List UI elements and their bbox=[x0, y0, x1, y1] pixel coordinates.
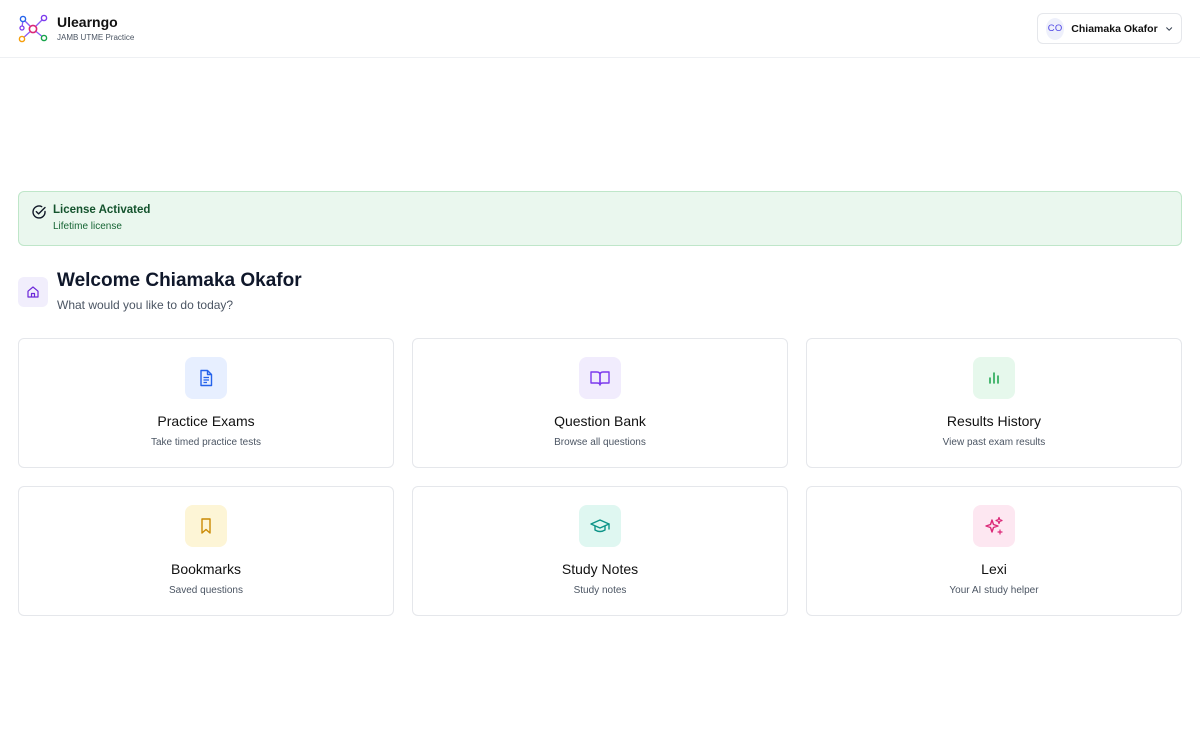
card-title: Bookmarks bbox=[170, 561, 242, 577]
card-title: Lexi bbox=[981, 561, 1007, 577]
license-banner: License Activated Lifetime license bbox=[18, 191, 1182, 246]
book-open-icon bbox=[579, 357, 621, 399]
card-subtitle: Study notes bbox=[573, 585, 627, 596]
card-practice-exams[interactable]: Practice Exams Take timed practice tests bbox=[18, 338, 394, 468]
document-icon bbox=[185, 357, 227, 399]
card-title: Results History bbox=[946, 413, 1042, 429]
user-name: Chiamaka Okafor bbox=[1071, 22, 1158, 35]
card-question-bank[interactable]: Question Bank Browse all questions bbox=[412, 338, 788, 468]
card-subtitle: Saved questions bbox=[169, 585, 243, 596]
check-circle-icon bbox=[32, 205, 46, 219]
card-subtitle: Your AI study helper bbox=[949, 585, 1039, 596]
logo-icon bbox=[18, 14, 48, 42]
home-icon bbox=[18, 277, 48, 307]
card-subtitle: Take timed practice tests bbox=[150, 437, 262, 448]
card-subtitle: View past exam results bbox=[942, 437, 1046, 448]
graduation-cap-icon bbox=[579, 505, 621, 547]
license-subtitle: Lifetime license bbox=[53, 221, 122, 232]
card-subtitle: Browse all questions bbox=[554, 437, 646, 448]
card-study-notes[interactable]: Study Notes Study notes bbox=[412, 486, 788, 616]
card-title: Question Bank bbox=[554, 413, 646, 429]
page-subtitle: What would you like to do today? bbox=[57, 298, 234, 312]
app-name: Ulearngo bbox=[57, 14, 118, 30]
card-title: Practice Exams bbox=[157, 413, 255, 429]
user-menu-button[interactable]: CO Chiamaka Okafor bbox=[1037, 13, 1182, 44]
license-title: License Activated bbox=[53, 204, 151, 216]
card-bookmarks[interactable]: Bookmarks Saved questions bbox=[18, 486, 394, 616]
card-lexi[interactable]: Lexi Your AI study helper bbox=[806, 486, 1182, 616]
avatar: CO bbox=[1046, 17, 1065, 40]
brand[interactable]: Ulearngo JAMB UTME Practice bbox=[18, 13, 134, 44]
card-title: Study Notes bbox=[561, 561, 639, 577]
page-title: Welcome Chiamaka Okafor bbox=[57, 270, 302, 291]
chevron-down-icon bbox=[1165, 26, 1172, 31]
bookmark-icon bbox=[185, 505, 227, 547]
sparkles-icon bbox=[973, 505, 1015, 547]
card-results-history[interactable]: Results History View past exam results bbox=[806, 338, 1182, 468]
app-subtitle: JAMB UTME Practice bbox=[57, 33, 135, 42]
bar-chart-icon bbox=[973, 357, 1015, 399]
top-header: Ulearngo JAMB UTME Practice CO Chiamaka … bbox=[0, 0, 1200, 58]
